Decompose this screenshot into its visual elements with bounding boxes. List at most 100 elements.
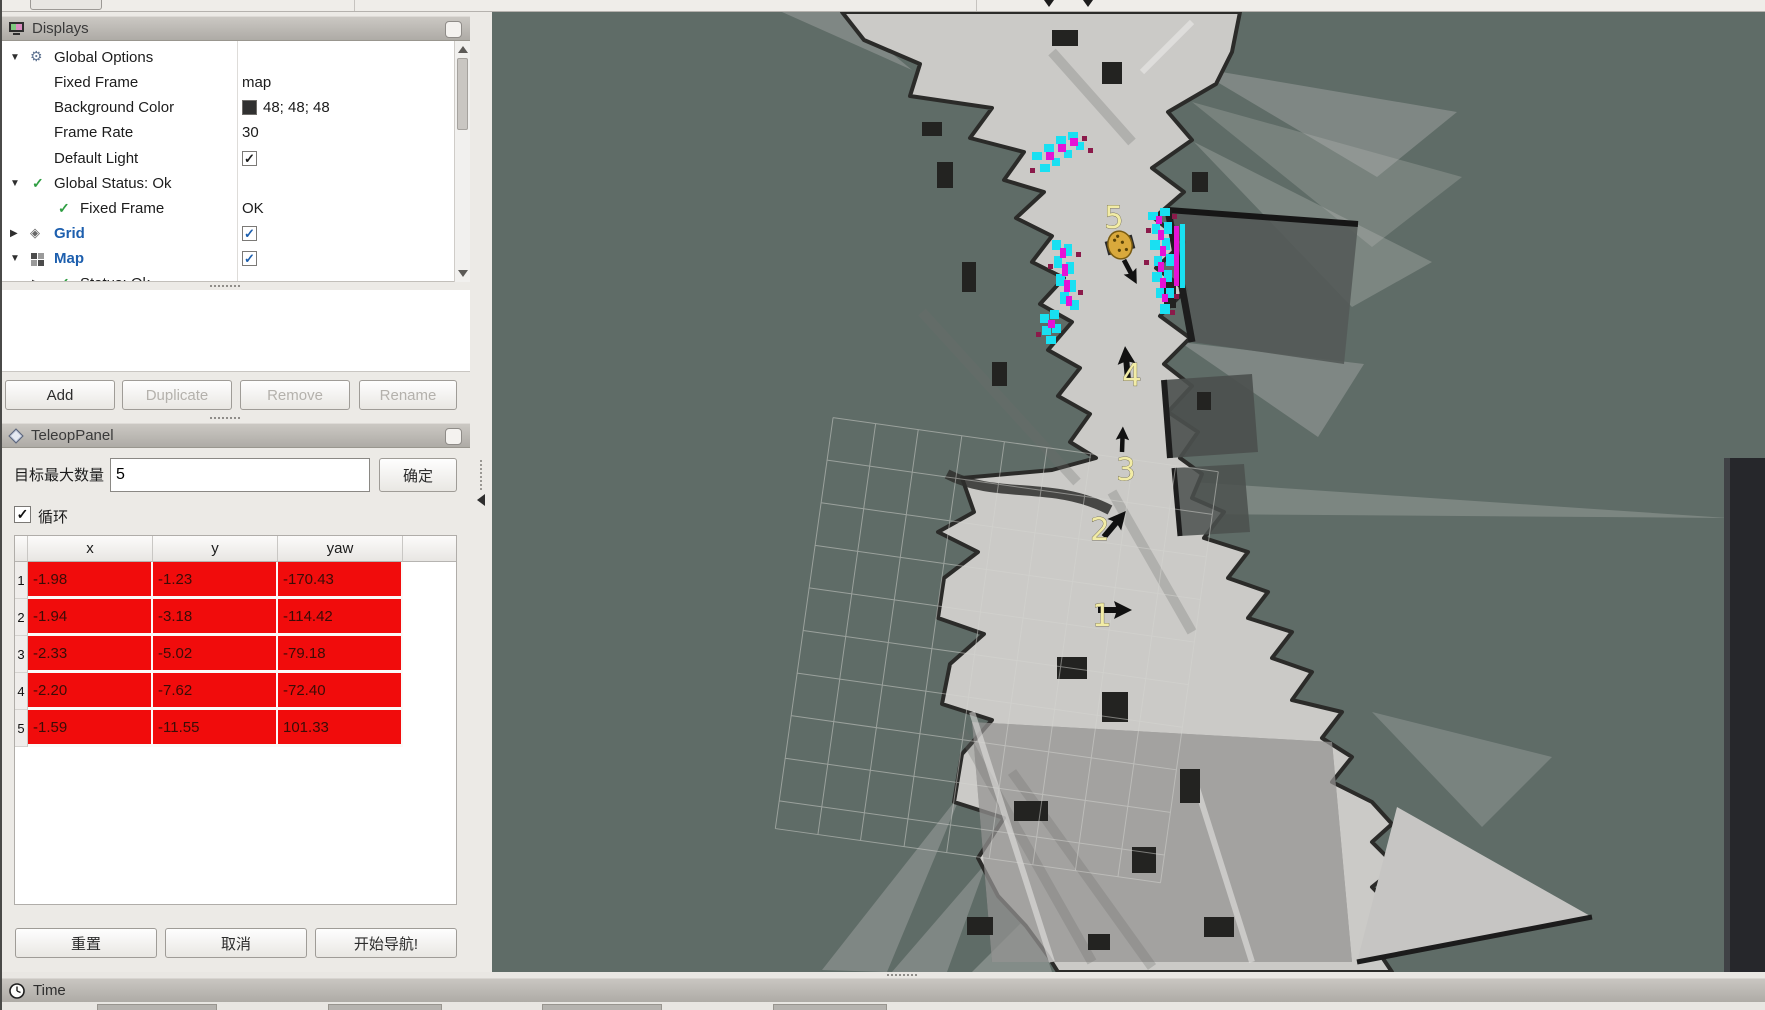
tree-row-background-color[interactable]: Background Color 48; 48; 48 (2, 96, 454, 121)
tree-label: Background Color (54, 99, 174, 116)
waypoint-cell[interactable]: -114.42 (278, 599, 403, 636)
time-field-stub[interactable] (773, 1004, 887, 1010)
reset-button[interactable]: 重置 (15, 928, 157, 958)
collapse-left-icon[interactable] (477, 494, 485, 506)
tree-value: OK (242, 200, 264, 217)
column-header-y[interactable]: y (153, 536, 278, 562)
row-number[interactable]: 4 (15, 673, 28, 710)
waypoint-cell[interactable]: -79.18 (278, 636, 403, 673)
goal-count-input[interactable] (110, 458, 370, 492)
waypoint-cell[interactable]: -1.98 (28, 562, 153, 599)
panel-undock-button[interactable] (445, 428, 462, 445)
confirm-button[interactable]: 确定 (379, 458, 457, 492)
waypoint-row[interactable]: 2-1.94-3.18-114.42 (15, 599, 456, 636)
caret-right-icon[interactable]: ▶ (10, 228, 18, 239)
tree-label: Map (54, 250, 84, 267)
waypoint-cell[interactable]: -170.43 (278, 562, 403, 599)
waypoint-cell[interactable]: -2.33 (28, 636, 153, 673)
waypoint-cell[interactable]: -1.94 (28, 599, 153, 636)
header-stub (403, 536, 456, 562)
waypoint-cell[interactable]: 101.33 (278, 710, 403, 747)
row-number[interactable]: 3 (15, 636, 28, 673)
caret-down-icon[interactable]: ▼ (10, 253, 20, 264)
color-swatch[interactable] (242, 100, 257, 115)
checkbox-checked[interactable]: ✓ (242, 151, 257, 166)
row-number[interactable]: 1 (15, 562, 28, 599)
waypoint-row[interactable]: 4-2.20-7.62-72.40 (15, 673, 456, 710)
tree-value[interactable]: map (242, 74, 271, 91)
waypoint-cell[interactable]: -1.23 (153, 562, 278, 599)
panel-undock-button[interactable] (445, 21, 462, 38)
duplicate-button[interactable]: Duplicate (122, 380, 232, 410)
time-field-stub[interactable] (328, 1004, 442, 1010)
waypoint-cell[interactable]: -2.20 (28, 673, 153, 710)
left-panel-column: Displays ▼ ⚙ Global Options Fixed Frame … (2, 12, 470, 972)
scroll-up-icon[interactable] (458, 46, 468, 53)
remove-button[interactable]: Remove (240, 380, 350, 410)
tree-scrollbar[interactable] (454, 41, 470, 282)
tree-row-global-options[interactable]: ▼ ⚙ Global Options (2, 46, 454, 71)
time-field-stub[interactable] (97, 1004, 217, 1010)
waypoint-row[interactable]: 1-1.98-1.23-170.43 (15, 562, 456, 599)
scroll-down-icon[interactable] (458, 270, 468, 277)
panel-splitter[interactable] (2, 414, 470, 422)
waypoint-table-header: x y yaw (15, 536, 456, 562)
column-header-x[interactable]: x (28, 536, 153, 562)
waypoint-cell[interactable]: -5.02 (153, 636, 278, 673)
tree-label: Global Options (54, 49, 153, 66)
displays-panel-header[interactable]: Displays (2, 16, 470, 41)
teleop-panel-title: TeleopPanel (31, 427, 114, 444)
waypoint-row[interactable]: 3-2.33-5.02-79.18 (15, 636, 456, 673)
time-field-stub[interactable] (542, 1004, 662, 1010)
tree-row-fixed-frame[interactable]: Fixed Frame map (2, 71, 454, 96)
tree-row-frame-rate[interactable]: Frame Rate 30 (2, 121, 454, 146)
displays-tree[interactable]: ▼ ⚙ Global Options Fixed Frame map Backg… (2, 41, 470, 282)
scrollbar-thumb[interactable] (457, 58, 468, 130)
waypoint-row[interactable]: 5-1.59-11.55101.33 (15, 710, 456, 747)
checkbox-checked[interactable]: ✓ (242, 226, 257, 241)
tree-row-default-light[interactable]: Default Light ✓ (2, 147, 454, 172)
tree-label: Grid (54, 225, 85, 242)
waypoint-cell[interactable]: -72.40 (278, 673, 403, 710)
tree-value[interactable]: 48; 48; 48 (263, 99, 330, 116)
map-canvas[interactable]: 1 2 3 4 5 (492, 12, 1765, 972)
teleop-panel-header[interactable]: TeleopPanel (2, 423, 470, 448)
waypoint-2-label: 2 (1090, 512, 1110, 548)
tree-value[interactable]: 30 (242, 124, 259, 141)
toolbar-separator (354, 0, 355, 11)
caret-down-icon[interactable]: ▼ (10, 178, 20, 189)
tree-row-map-status[interactable]: ▶ ✓ Status: Ok (2, 272, 454, 282)
toolbar-dropdown-icon[interactable] (1044, 0, 1054, 7)
waypoint-cell[interactable]: -11.55 (153, 710, 278, 747)
start-navigation-button[interactable]: 开始导航! (315, 928, 457, 958)
waypoint-table[interactable]: x y yaw 1-1.98-1.23-170.432-1.94-3.18-11… (14, 535, 457, 905)
caret-down-icon[interactable]: ▼ (10, 52, 20, 63)
render-viewport[interactable]: 1 2 3 4 5 (492, 12, 1765, 972)
time-panel-title: Time (33, 982, 66, 999)
toolbar-button[interactable] (30, 0, 102, 10)
row-number[interactable]: 2 (15, 599, 28, 636)
tree-row-map[interactable]: ▼ Map ✓ (2, 247, 454, 272)
tree-row-global-status[interactable]: ▼ ✓ Global Status: Ok (2, 172, 454, 197)
cancel-button[interactable]: 取消 (165, 928, 307, 958)
map-right-strip (1730, 458, 1765, 972)
column-header-yaw[interactable]: yaw (278, 536, 403, 562)
tree-row-grid[interactable]: ▶ ◈ Grid ✓ (2, 222, 454, 247)
waypoint-table-body: 1-1.98-1.23-170.432-1.94-3.18-114.423-2.… (15, 562, 456, 747)
rename-button[interactable]: Rename (359, 380, 457, 410)
waypoint-cell[interactable]: -1.59 (28, 710, 153, 747)
loop-label: 循环 (38, 506, 68, 527)
panel-viewport-splitter[interactable] (470, 12, 492, 972)
tree-row-fixed-frame-status[interactable]: ✓ Fixed Frame OK (2, 197, 454, 222)
checkbox-checked[interactable]: ✓ (242, 251, 257, 266)
loop-checkbox[interactable]: ✓ (14, 506, 31, 523)
add-button[interactable]: Add (5, 380, 115, 410)
panel-splitter[interactable] (2, 282, 470, 290)
toolbar-dropdown-icon[interactable] (1083, 0, 1093, 7)
displays-icon (8, 21, 25, 36)
waypoint-cell[interactable]: -7.62 (153, 673, 278, 710)
waypoint-cell[interactable]: -3.18 (153, 599, 278, 636)
status-ok-icon: ✓ (32, 175, 44, 192)
row-number[interactable]: 5 (15, 710, 28, 747)
time-panel-header[interactable]: Time (2, 978, 1765, 1002)
